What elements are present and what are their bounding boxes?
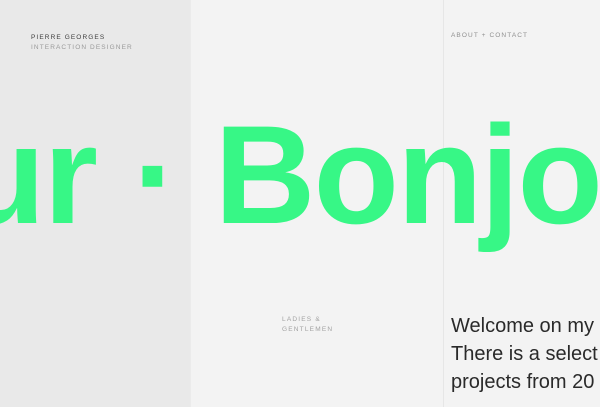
about-contact-link[interactable]: ABOUT + CONTACT [451,32,528,39]
intro-label-line-1: LADIES & [282,316,321,323]
welcome-line-2: There is a select [451,343,598,365]
intro-label-line-2: GENTLEMEN [282,326,334,333]
intro-label: LADIES & GENTLEMEN [282,315,333,335]
welcome-line-1: Welcome on my [451,315,595,337]
brand-name: PIERRE GEORGES [31,34,106,41]
page: PIERRE GEORGES INTERACTION DESIGNER ABOU… [0,0,600,407]
welcome-text: Welcome on my There is a select projects… [451,312,598,396]
welcome-line-3: projects from 20 [451,371,595,393]
brand-role: INTERACTION DESIGNER [31,44,133,51]
hero-marquee-text: ur · Bonjour [0,96,600,253]
brand[interactable]: PIERRE GEORGES INTERACTION DESIGNER [31,33,133,53]
